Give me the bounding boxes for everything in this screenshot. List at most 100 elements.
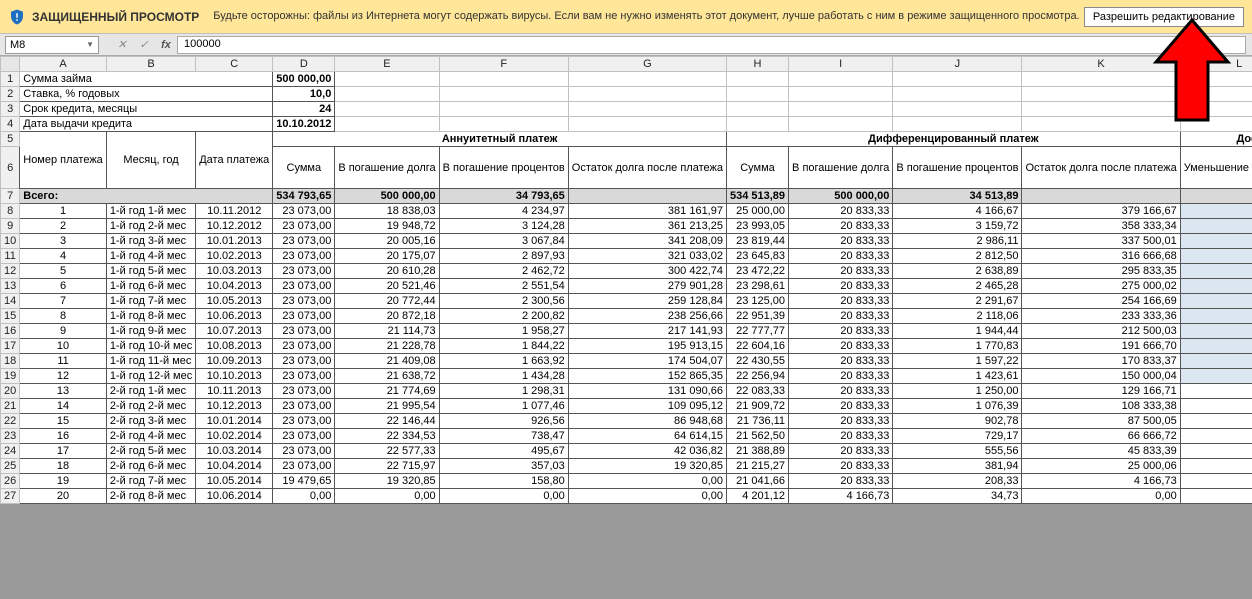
cell-b-sum[interactable]: 23 645,83 bbox=[726, 249, 788, 264]
cell-b-body[interactable]: 20 833,33 bbox=[789, 309, 893, 324]
row-hdr-10[interactable]: 10 bbox=[1, 234, 20, 249]
cell-a-body[interactable]: 21 228,78 bbox=[335, 339, 439, 354]
cell-a-sum[interactable]: 23 073,00 bbox=[273, 249, 335, 264]
cell-L[interactable] bbox=[1180, 294, 1252, 309]
cell-b-body[interactable]: 20 833,33 bbox=[789, 414, 893, 429]
cell-b-rest[interactable]: 316 666,68 bbox=[1022, 249, 1180, 264]
cell-b-sum[interactable]: 21 215,27 bbox=[726, 459, 788, 474]
row-hdr-18[interactable]: 18 bbox=[1, 354, 20, 369]
cell-a-pct[interactable]: 1 434,28 bbox=[439, 369, 568, 384]
cell-b-rest[interactable]: 170 833,37 bbox=[1022, 354, 1180, 369]
cell-b-sum[interactable]: 23 819,44 bbox=[726, 234, 788, 249]
cell-month[interactable]: 2-й год 3-й мес bbox=[106, 414, 195, 429]
cell-a-pct[interactable]: 2 200,82 bbox=[439, 309, 568, 324]
cell-b-pct[interactable]: 1 770,83 bbox=[893, 339, 1022, 354]
cell-a-body[interactable]: 20 610,28 bbox=[335, 264, 439, 279]
cell-L[interactable] bbox=[1180, 264, 1252, 279]
col-hdr-G[interactable]: G bbox=[568, 57, 726, 72]
cell-L[interactable] bbox=[1180, 489, 1252, 504]
cell-num[interactable]: 19 bbox=[20, 474, 107, 489]
cell-date[interactable]: 10.03.2014 bbox=[196, 444, 273, 459]
cell-a-sum[interactable]: 23 073,00 bbox=[273, 324, 335, 339]
cell-a-pct[interactable]: 1 958,27 bbox=[439, 324, 568, 339]
cell-month[interactable]: 1-й год 2-й мес bbox=[106, 219, 195, 234]
row-hdr-15[interactable]: 15 bbox=[1, 309, 20, 324]
row-hdr-25[interactable]: 25 bbox=[1, 459, 20, 474]
cell-b-pct[interactable]: 1 597,22 bbox=[893, 354, 1022, 369]
cell-b-sum[interactable]: 22 430,55 bbox=[726, 354, 788, 369]
cell-b-rest[interactable]: 66 666,72 bbox=[1022, 429, 1180, 444]
cell-date[interactable]: 10.02.2014 bbox=[196, 429, 273, 444]
cell-a-rest[interactable]: 361 213,25 bbox=[568, 219, 726, 234]
cell-L[interactable] bbox=[1180, 219, 1252, 234]
cell-num[interactable]: 2 bbox=[20, 219, 107, 234]
cell-a-pct[interactable]: 2 300,56 bbox=[439, 294, 568, 309]
cell-a-body[interactable]: 21 114,73 bbox=[335, 324, 439, 339]
cell-a-body[interactable]: 21 638,72 bbox=[335, 369, 439, 384]
cell-a-pct[interactable]: 1 077,46 bbox=[439, 399, 568, 414]
cell-b-body[interactable]: 20 833,33 bbox=[789, 399, 893, 414]
cell-date[interactable]: 10.11.2013 bbox=[196, 384, 273, 399]
cell-month[interactable]: 1-й год 1-й мес bbox=[106, 204, 195, 219]
cell-date[interactable]: 10.05.2014 bbox=[196, 474, 273, 489]
cell-a-body[interactable]: 20 175,07 bbox=[335, 249, 439, 264]
cell-b-rest[interactable]: 108 333,38 bbox=[1022, 399, 1180, 414]
cell-b-pct[interactable]: 1 423,61 bbox=[893, 369, 1022, 384]
col-hdr-C[interactable]: C bbox=[196, 57, 273, 72]
cell-L[interactable] bbox=[1180, 249, 1252, 264]
cell-num[interactable]: 8 bbox=[20, 309, 107, 324]
cell-month[interactable]: 2-й год 1-й мес bbox=[106, 384, 195, 399]
cell-b-pct[interactable]: 2 812,50 bbox=[893, 249, 1022, 264]
cell-a-pct[interactable]: 357,03 bbox=[439, 459, 568, 474]
cell-num[interactable]: 1 bbox=[20, 204, 107, 219]
cell-num[interactable]: 12 bbox=[20, 369, 107, 384]
cell-a-rest[interactable]: 300 422,74 bbox=[568, 264, 726, 279]
cell-a-sum[interactable]: 23 073,00 bbox=[273, 294, 335, 309]
cell-b-pct[interactable]: 1 944,44 bbox=[893, 324, 1022, 339]
row-hdr-16[interactable]: 16 bbox=[1, 324, 20, 339]
cell-a-rest[interactable]: 279 901,28 bbox=[568, 279, 726, 294]
cell-num[interactable]: 18 bbox=[20, 459, 107, 474]
cell-b-sum[interactable]: 21 041,66 bbox=[726, 474, 788, 489]
cell-a-body[interactable]: 21 409,08 bbox=[335, 354, 439, 369]
cell-a-pct[interactable]: 2 462,72 bbox=[439, 264, 568, 279]
cell-b-body[interactable]: 20 833,33 bbox=[789, 294, 893, 309]
cell-a-pct[interactable]: 3 124,28 bbox=[439, 219, 568, 234]
cell-date[interactable]: 10.06.2013 bbox=[196, 309, 273, 324]
cell-date[interactable]: 10.02.2013 bbox=[196, 249, 273, 264]
cell-b-rest[interactable]: 275 000,02 bbox=[1022, 279, 1180, 294]
cell-num[interactable]: 11 bbox=[20, 354, 107, 369]
row-hdr-7[interactable]: 7 bbox=[1, 189, 20, 204]
cell-b-rest[interactable]: 337 500,01 bbox=[1022, 234, 1180, 249]
cell-num[interactable]: 10 bbox=[20, 339, 107, 354]
cell-date[interactable]: 10.01.2013 bbox=[196, 234, 273, 249]
col-hdr-B[interactable]: B bbox=[106, 57, 195, 72]
cell-L[interactable] bbox=[1180, 444, 1252, 459]
cell-a-body[interactable]: 0,00 bbox=[335, 489, 439, 504]
cell-b-pct[interactable]: 2 118,06 bbox=[893, 309, 1022, 324]
cell-month[interactable]: 1-й год 12-й мес bbox=[106, 369, 195, 384]
cell-b-rest[interactable]: 45 833,39 bbox=[1022, 444, 1180, 459]
cell-a-sum[interactable]: 23 073,00 bbox=[273, 264, 335, 279]
val-date[interactable]: 10.10.2012 bbox=[273, 117, 335, 132]
cell-b-sum[interactable]: 23 472,22 bbox=[726, 264, 788, 279]
cell-b-body[interactable]: 20 833,33 bbox=[789, 474, 893, 489]
cell-L[interactable] bbox=[1180, 369, 1252, 384]
cell-a-sum[interactable]: 23 073,00 bbox=[273, 459, 335, 474]
cell-b-rest[interactable]: 295 833,35 bbox=[1022, 264, 1180, 279]
cell-L[interactable] bbox=[1180, 399, 1252, 414]
cell-num[interactable]: 9 bbox=[20, 324, 107, 339]
cell-b-rest[interactable]: 0,00 bbox=[1022, 489, 1180, 504]
cell-b-sum[interactable]: 23 298,61 bbox=[726, 279, 788, 294]
cell-b-pct[interactable]: 381,94 bbox=[893, 459, 1022, 474]
cell-month[interactable]: 1-й год 9-й мес bbox=[106, 324, 195, 339]
cell-L[interactable] bbox=[1180, 384, 1252, 399]
row-hdr-19[interactable]: 19 bbox=[1, 369, 20, 384]
cell-b-rest[interactable]: 233 333,36 bbox=[1022, 309, 1180, 324]
row-hdr-8[interactable]: 8 bbox=[1, 204, 20, 219]
row-hdr-11[interactable]: 11 bbox=[1, 249, 20, 264]
cell-b-body[interactable]: 20 833,33 bbox=[789, 444, 893, 459]
cell-b-sum[interactable]: 21 562,50 bbox=[726, 429, 788, 444]
cell-a-pct[interactable]: 4 234,97 bbox=[439, 204, 568, 219]
cell-a-pct[interactable]: 1 298,31 bbox=[439, 384, 568, 399]
